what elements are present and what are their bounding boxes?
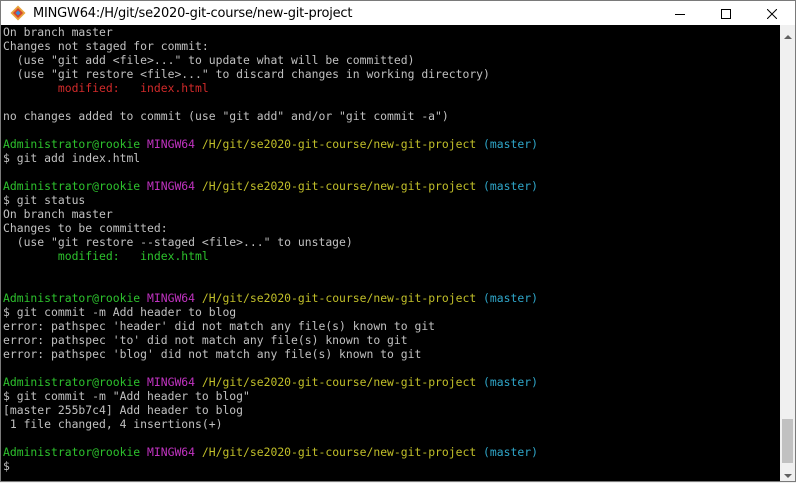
scroll-up-arrow-icon [783, 24, 792, 43]
terminal-text: /H/git/se2020-git-course/new-git-project [201, 375, 477, 389]
terminal-text: MINGW64 [147, 445, 202, 459]
terminal-text: no changes added to commit (use "git add… [3, 109, 449, 123]
terminal-line: Changes to be committed: [3, 221, 780, 235]
terminal-line: (use "git restore --staged <file>..." to… [3, 235, 780, 249]
terminal-text: $ git commit -m "Add header to blog" [3, 389, 250, 403]
terminal-line: error: pathspec 'blog' did not match any… [3, 347, 780, 361]
terminal-line: $ git status [3, 193, 780, 207]
terminal-text: (use "git restore <file>..." to discard … [3, 67, 490, 81]
terminal-line: $ git commit -m Add header to blog [3, 305, 780, 319]
terminal-text: 1 file changed, 4 insertions(+) [3, 417, 223, 431]
terminal-line: Administrator@rookie MINGW64 /H/git/se20… [3, 445, 780, 459]
terminal-line: On branch master [3, 25, 780, 39]
terminal-text: Administrator@rookie [3, 375, 148, 389]
close-icon [766, 4, 778, 23]
terminal-text: $ git status [3, 193, 86, 207]
terminal-line: Changes not staged for commit: [3, 39, 780, 53]
terminal-line: Administrator@rookie MINGW64 /H/git/se20… [3, 137, 780, 151]
terminal-text: MINGW64 [147, 179, 202, 193]
terminal-text: /H/git/se2020-git-course/new-git-project [201, 179, 477, 193]
terminal-text: $ git commit -m Add header to blog [3, 305, 237, 319]
minimize-icon [675, 4, 685, 23]
scroll-down-button[interactable] [780, 465, 795, 481]
scroll-thumb[interactable] [782, 419, 793, 463]
terminal-line: Administrator@rookie MINGW64 /H/git/se20… [3, 179, 780, 193]
close-button[interactable] [749, 1, 795, 25]
terminal-line: Administrator@rookie MINGW64 /H/git/se20… [3, 375, 780, 389]
terminal-line: 1 file changed, 4 insertions(+) [3, 417, 780, 431]
terminal-text: Administrator@rookie [3, 179, 148, 193]
terminal-text: On branch master [3, 207, 113, 221]
scroll-up-button[interactable] [780, 25, 795, 41]
terminal-line: (use "git restore <file>..." to discard … [3, 67, 780, 81]
terminal-line: On branch master [3, 207, 780, 221]
terminal-line: $ git commit -m "Add header to blog" [3, 389, 780, 403]
terminal-text: error: pathspec 'header' did not match a… [3, 319, 436, 333]
terminal-line: (use "git add <file>..." to update what … [3, 53, 780, 67]
terminal-text: /H/git/se2020-git-course/new-git-project [201, 137, 477, 151]
terminal-text: (use "git add <file>..." to update what … [3, 53, 415, 67]
terminal-text: MINGW64 [147, 375, 202, 389]
terminal-text: Administrator@rookie [3, 137, 148, 151]
terminal-line: $ git add index.html [3, 151, 780, 165]
window-title: MINGW64:/H/git/se2020-git-course/new-git… [33, 5, 353, 21]
scroll-down-arrow-icon [783, 464, 792, 483]
terminal-text: error: pathspec 'blog' did not match any… [3, 347, 422, 361]
terminal-text: [master 255b7c4] Add header to blog [3, 403, 244, 417]
terminal-text: $ [3, 459, 10, 473]
terminal-line: modified: index.html [3, 81, 780, 95]
terminal-text: (master) [476, 445, 538, 459]
terminal-window: MINGW64:/H/git/se2020-git-course/new-git… [0, 0, 796, 482]
terminal-text: error: pathspec 'to' did not match any f… [3, 333, 408, 347]
terminal-line: error: pathspec 'header' did not match a… [3, 319, 780, 333]
minimize-button[interactable] [657, 1, 703, 25]
terminal-line: $ [3, 459, 780, 473]
terminal-text: MINGW64 [147, 291, 202, 305]
terminal-text: (use "git restore --staged <file>..." to… [3, 235, 353, 249]
maximize-button[interactable] [703, 1, 749, 25]
terminal-text: (master) [476, 137, 538, 151]
window-controls [657, 1, 795, 25]
terminal-text: Changes to be committed: [3, 221, 168, 235]
git-bash-icon[interactable] [9, 4, 27, 22]
terminal-text: Administrator@rookie [3, 445, 148, 459]
terminal-text: Administrator@rookie [3, 291, 148, 305]
title-bar[interactable]: MINGW64:/H/git/se2020-git-course/new-git… [1, 1, 795, 25]
terminal-text: (master) [476, 291, 538, 305]
terminal-text: On branch master [3, 25, 113, 39]
terminal-text: modified: index.html [3, 249, 209, 263]
vertical-scrollbar[interactable] [780, 25, 795, 481]
terminal-text: $ git add index.html [3, 151, 141, 165]
terminal-line: modified: index.html [3, 249, 780, 263]
terminal-text: Changes not staged for commit: [3, 39, 209, 53]
terminal-text: /H/git/se2020-git-course/new-git-project [201, 291, 477, 305]
terminal-text: MINGW64 [147, 137, 202, 151]
terminal-line: error: pathspec 'to' did not match any f… [3, 333, 780, 347]
maximize-icon [721, 4, 731, 23]
terminal-line: no changes added to commit (use "git add… [3, 109, 780, 123]
terminal-text: (master) [476, 375, 538, 389]
terminal-text: (master) [476, 179, 538, 193]
terminal-output[interactable]: On branch master Changes not staged for c… [2, 25, 780, 481]
terminal-line: Administrator@rookie MINGW64 /H/git/se20… [3, 291, 780, 305]
terminal-text: /H/git/se2020-git-course/new-git-project [201, 445, 477, 459]
terminal-text: modified: index.html [3, 81, 209, 95]
terminal-line: [master 255b7c4] Add header to blog [3, 403, 780, 417]
